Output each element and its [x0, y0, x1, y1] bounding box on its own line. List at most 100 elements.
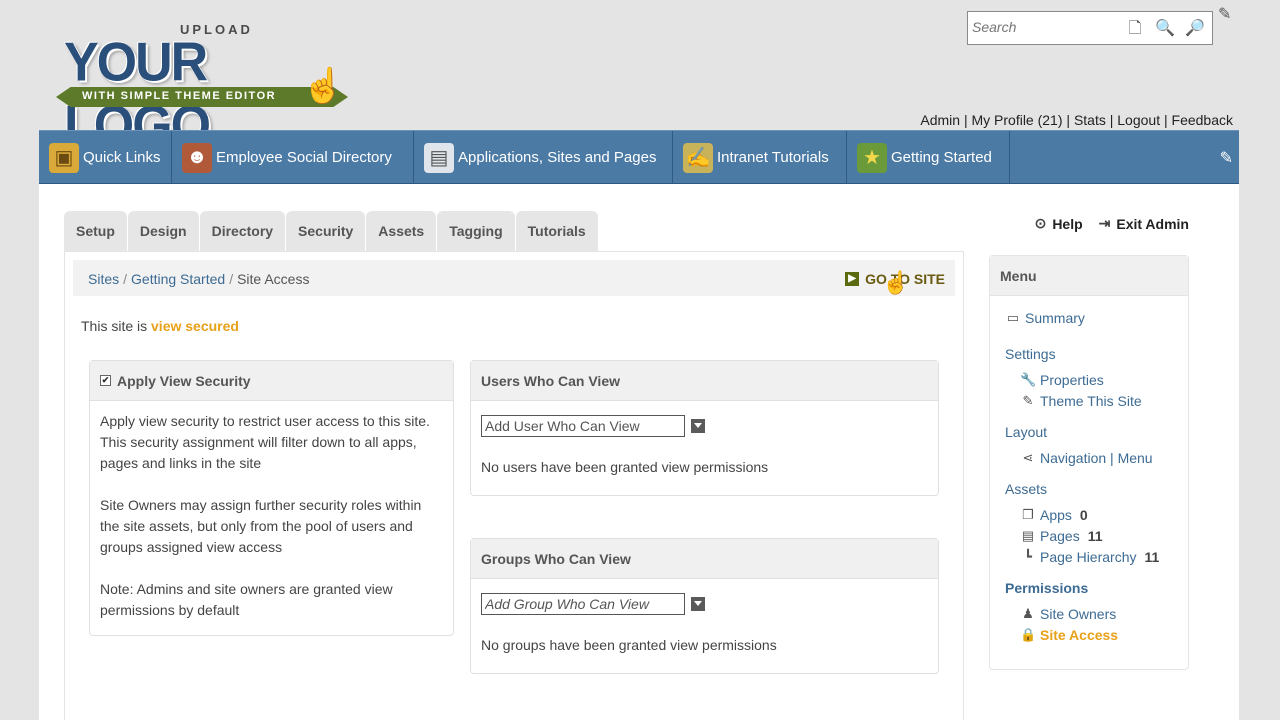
- main-panel: Sites / Getting Started / Site Access ▶ GO T…: [64, 251, 964, 720]
- apply-view-security-box: ✔ Apply View Security Apply view securit…: [89, 360, 454, 636]
- dropdown-arrow-icon[interactable]: [691, 597, 705, 611]
- feedback-link[interactable]: Feedback: [1172, 112, 1233, 128]
- admin-tabs: Setup Design Directory Security Assets T…: [64, 211, 599, 251]
- help-icon: ⊙: [1034, 215, 1047, 231]
- share-icon: ⋖: [1022, 450, 1034, 465]
- tab-tutorials[interactable]: Tutorials: [515, 211, 598, 251]
- users-empty-message: No users have been granted view permissi…: [481, 459, 769, 475]
- groups-who-can-view-title: Groups Who Can View: [481, 550, 631, 567]
- page-icon: ▤: [1021, 528, 1035, 543]
- menu-section-assets[interactable]: Assets: [1005, 481, 1047, 497]
- nav-label: Employee Social Directory: [216, 149, 392, 166]
- breadcrumb-current: Site Access: [237, 271, 310, 287]
- menu-label: Pages: [1040, 528, 1080, 544]
- edit-pencil-icon[interactable]: ✎: [1218, 4, 1231, 24]
- menu-label: Summary: [1025, 310, 1085, 326]
- tutorial-icon: ✍: [683, 142, 713, 173]
- brush-icon: ✎: [1022, 393, 1034, 408]
- stats-link[interactable]: Stats: [1074, 112, 1106, 128]
- search-input[interactable]: [972, 19, 1122, 35]
- menu-label: Apps: [1040, 507, 1072, 523]
- my-profile-link[interactable]: My Profile (21): [971, 112, 1062, 128]
- help-bar: ⊙ Help ⇥ Exit Admin: [1035, 215, 1189, 232]
- breadcrumb-sites[interactable]: Sites: [88, 271, 119, 287]
- menu-item-navigation[interactable]: ⋖ Navigation | Menu: [1020, 450, 1153, 466]
- security-status-prefix: This site is: [81, 318, 152, 334]
- hand-cursor-icon: ☝: [302, 67, 345, 105]
- menu-item-apps[interactable]: ❐ Apps 0: [1020, 507, 1088, 523]
- nav-item-tutorials[interactable]: ✍ Intranet Tutorials: [673, 131, 847, 184]
- description-paragraph: Site Owners may assign further security …: [100, 497, 422, 555]
- admin-link[interactable]: Admin: [920, 112, 960, 128]
- pointer-cursor-icon: ☝: [882, 270, 910, 295]
- document-icon: ▤: [424, 142, 454, 173]
- nav-item-getting-started[interactable]: ★ Getting Started: [847, 131, 1010, 184]
- description-paragraph: Apply view security to restrict user acc…: [100, 413, 430, 471]
- security-status: This site is view secured: [81, 318, 239, 334]
- security-status-value: view secured: [151, 318, 239, 334]
- menu-label: Page Hierarchy: [1040, 549, 1137, 565]
- pages-count: 11: [1087, 528, 1103, 544]
- nav-label: Applications, Sites and Pages: [458, 149, 657, 166]
- tab-directory[interactable]: Directory: [199, 211, 286, 251]
- groups-who-can-view-body: No groups have been granted view permiss…: [471, 579, 938, 666]
- menu-section-layout[interactable]: Layout: [1005, 424, 1047, 440]
- users-who-can-view-body: No users have been granted view permissi…: [471, 401, 938, 488]
- summary-icon: ▭: [1006, 310, 1020, 325]
- apps-count: 0: [1079, 507, 1088, 523]
- tab-design[interactable]: Design: [127, 211, 199, 251]
- nav-item-employee-directory[interactable]: ☻ Employee Social Directory: [172, 131, 414, 184]
- nav-item-quick-links[interactable]: ▣ Quick Links: [39, 131, 172, 184]
- logo: UPLOAD YOUR LOGO WITH SIMPLE THEME EDITO…: [56, 20, 356, 156]
- apply-view-security-header[interactable]: ✔ Apply View Security: [90, 361, 453, 401]
- users-who-can-view-title: Users Who Can View: [481, 372, 621, 389]
- apply-security-checkbox[interactable]: ✔: [100, 375, 111, 386]
- tab-assets[interactable]: Assets: [366, 211, 437, 251]
- logout-link[interactable]: Logout: [1117, 112, 1160, 128]
- zoom-search-icon[interactable]: 🔍: [1154, 18, 1176, 40]
- add-group-field: [481, 593, 928, 615]
- separator: |: [1062, 112, 1074, 128]
- menu-section-settings[interactable]: Settings: [1005, 346, 1056, 362]
- exit-admin-link[interactable]: Exit Admin: [1116, 216, 1189, 232]
- add-user-field: [481, 415, 928, 437]
- nav-label: Getting Started: [891, 149, 992, 166]
- menu-item-pages[interactable]: ▤ Pages 11: [1020, 528, 1103, 544]
- search-box: 🗋 🔍 🔎: [967, 11, 1213, 45]
- groups-who-can-view-box: Groups Who Can View No groups have been …: [470, 538, 939, 674]
- exit-icon: ⇥: [1098, 215, 1111, 231]
- menu-item-page-hierarchy[interactable]: ┗ Page Hierarchy 11: [1020, 549, 1159, 565]
- folder-icon: ▣: [49, 142, 79, 173]
- menu-item-theme[interactable]: ✎ Theme This Site: [1020, 393, 1142, 409]
- nav-label: Quick Links: [83, 149, 161, 166]
- separator: |: [1105, 112, 1118, 128]
- nav-item-applications[interactable]: ▤ Applications, Sites and Pages: [414, 131, 673, 184]
- user-icon: ♟: [1022, 606, 1034, 621]
- arrow-right-icon: ▶: [845, 272, 860, 286]
- breadcrumb-separator: /: [229, 271, 234, 287]
- separator: |: [1160, 112, 1172, 128]
- groups-empty-message: No groups have been granted view permiss…: [481, 637, 777, 653]
- add-user-input[interactable]: [481, 415, 685, 437]
- add-group-input[interactable]: [481, 593, 685, 615]
- menu-item-properties[interactable]: 🔧 Properties: [1020, 372, 1104, 388]
- tab-tagging[interactable]: Tagging: [437, 211, 515, 251]
- hierarchy-count: 11: [1144, 549, 1160, 565]
- menu-section-permissions[interactable]: Permissions: [1005, 580, 1088, 596]
- top-links: Admin | My Profile (21) | Stats | Logout…: [920, 112, 1233, 128]
- page-search-icon[interactable]: 🗋: [1124, 18, 1146, 40]
- menu-item-site-access[interactable]: 🔒 Site Access: [1020, 627, 1118, 643]
- main-nav: ▣ Quick Links ☻ Employee Social Director…: [39, 130, 1239, 184]
- dropdown-arrow-icon[interactable]: [691, 419, 705, 433]
- nav-label: Intranet Tutorials: [717, 149, 829, 166]
- advanced-search-icon[interactable]: 🔎: [1184, 18, 1206, 40]
- tab-setup[interactable]: Setup: [64, 211, 127, 251]
- menu-item-summary[interactable]: ▭ Summary: [1005, 310, 1085, 326]
- breadcrumb-getting-started[interactable]: Getting Started: [131, 271, 225, 287]
- tab-security[interactable]: Security: [286, 211, 366, 251]
- menu-label: Theme This Site: [1040, 393, 1142, 409]
- nav-edit-pencil-icon[interactable]: ✎: [1220, 148, 1233, 168]
- note-paragraph: Note: Admins and site owners are granted…: [100, 581, 393, 618]
- menu-item-site-owners[interactable]: ♟ Site Owners: [1020, 606, 1116, 622]
- help-link[interactable]: Help: [1052, 216, 1082, 232]
